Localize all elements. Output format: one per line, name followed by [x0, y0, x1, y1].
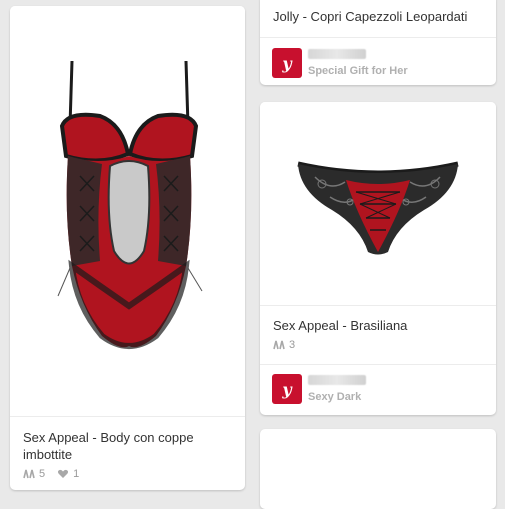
heart-icon: [58, 469, 69, 478]
pin-title[interactable]: Jolly - Copri Capezzoli Leopardati: [273, 8, 488, 25]
pin-card-next[interactable]: [260, 429, 496, 509]
pin-stats: 3: [273, 339, 295, 351]
repin-count: 3: [289, 339, 296, 351]
board-thumbnail[interactable]: y: [272, 374, 302, 404]
repin-count: 5: [39, 468, 46, 480]
pin-stats: 5 1: [23, 468, 79, 480]
pin-title[interactable]: Sex Appeal - Body con coppe imbottite: [23, 429, 228, 463]
pin-image-brasiliana[interactable]: [260, 102, 496, 305]
repin-icon: [23, 469, 35, 479]
panty-image: [297, 161, 459, 255]
pin-card-brasiliana[interactable]: Sex Appeal - Brasiliana 3 y Sexy Dark: [260, 102, 496, 415]
board-name[interactable]: Sexy Dark: [308, 391, 361, 403]
bodysuit-image: [57, 60, 203, 349]
pin-card-jolly[interactable]: Jolly - Copri Capezzoli Leopardati y Spe…: [260, 0, 496, 85]
pin-title[interactable]: Sex Appeal - Brasiliana: [273, 317, 488, 334]
pinner-name: [308, 49, 366, 59]
board-name[interactable]: Special Gift for Her: [308, 65, 408, 77]
like-count: 1: [73, 468, 80, 480]
board-thumbnail[interactable]: y: [272, 48, 302, 78]
repin-icon: [273, 340, 285, 350]
pin-image-body[interactable]: [10, 6, 245, 416]
pin-card-body[interactable]: Sex Appeal - Body con coppe imbottite 5 …: [10, 6, 245, 490]
pinner-name: [308, 375, 366, 385]
